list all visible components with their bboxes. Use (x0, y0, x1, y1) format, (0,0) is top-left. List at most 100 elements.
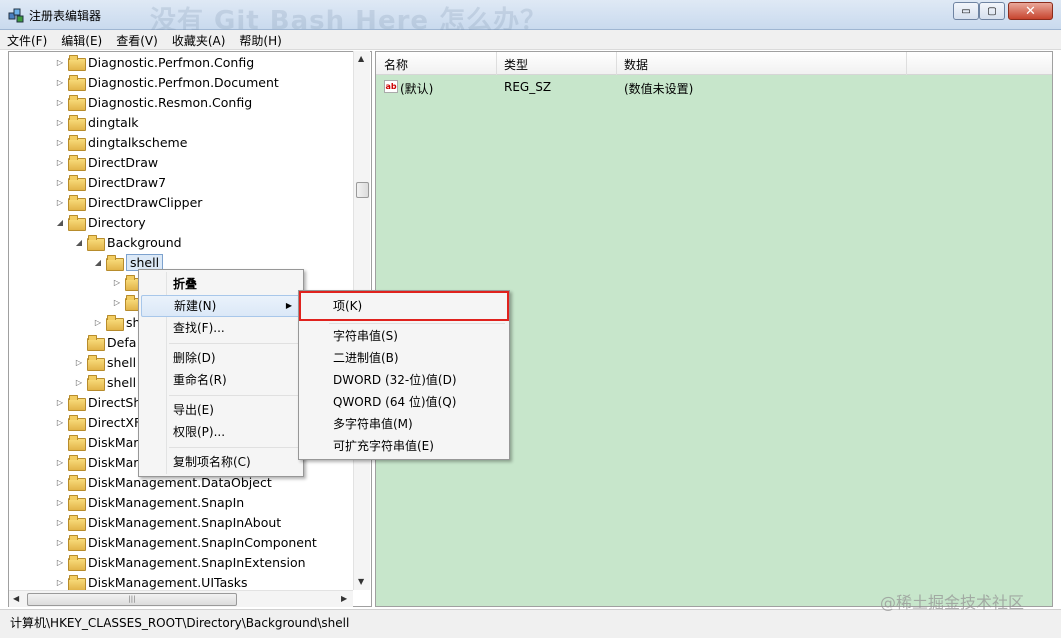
expand-icon[interactable]: ▷ (55, 478, 65, 487)
menu-item-export[interactable]: 导出(E) (141, 399, 301, 421)
menu-edit[interactable]: 编辑(E) (54, 30, 109, 49)
expand-icon[interactable]: ▷ (55, 418, 65, 427)
tree-item[interactable]: ▷ Diagnostic.Perfmon.Config (55, 52, 254, 72)
close-icon: ✕ (1025, 3, 1036, 19)
menu-item-find[interactable]: 查找(F)... (141, 317, 301, 339)
tree-item-label: Diagnostic.Perfmon.Config (88, 54, 255, 70)
tree-item-label: shell (107, 354, 137, 370)
tree-item[interactable]: ▷ DiskManagement.SnapInComponent (55, 532, 317, 552)
tree-item[interactable]: ▷ DiskManagement.SnapInExtension (55, 552, 306, 572)
collapse-icon[interactable]: ◢ (55, 218, 65, 227)
expand-icon[interactable]: ▷ (55, 138, 65, 147)
collapse-icon[interactable]: ◢ (93, 258, 103, 267)
tree-horizontal-scrollbar[interactable]: ◀ ||| ▶ (9, 590, 353, 607)
tree-item[interactable]: ▷ DirectXF (55, 412, 141, 432)
expand-icon[interactable]: ▷ (55, 58, 65, 67)
scroll-thumb[interactable]: ||| (27, 593, 237, 606)
value-row[interactable]: ab (默认) REG_SZ (数值未设置) (376, 78, 1052, 96)
expand-icon[interactable]: ▷ (55, 558, 65, 567)
expand-icon[interactable]: ▷ (55, 98, 65, 107)
tree-item-label: shell (107, 374, 137, 390)
close-button[interactable]: ✕ (1008, 2, 1053, 20)
menu-item-delete[interactable]: 删除(D) (141, 347, 301, 369)
tree-item-label: DiskMar (88, 454, 139, 470)
expand-icon[interactable]: ▷ (93, 318, 103, 327)
status-path: 计算机\HKEY_CLASSES_ROOT\Directory\Backgrou… (10, 616, 350, 630)
tree-item[interactable]: ▷ DiskManagement.UITasks (55, 572, 248, 592)
expand-icon[interactable]: ▷ (55, 578, 65, 587)
tree-item[interactable]: ◢ Directory (55, 212, 146, 232)
scroll-down-icon[interactable]: ▼ (358, 577, 364, 586)
tree-item[interactable]: ▷ DirectDraw (55, 152, 158, 172)
tree-item[interactable]: ▷ sh (93, 312, 140, 332)
tree-item-label: DiskMar (88, 434, 139, 450)
expand-icon[interactable]: ▷ (74, 378, 84, 387)
menu-item-copy-key-name[interactable]: 复制项名称(C) (141, 451, 301, 473)
tree-item[interactable]: ▷ DiskManagement.SnapInAbout (55, 512, 281, 532)
menu-file[interactable]: 文件(F) (0, 30, 54, 49)
menu-item-collapse[interactable]: 折叠 (141, 273, 301, 295)
column-name[interactable]: 名称 (384, 56, 408, 73)
expand-icon[interactable]: ▷ (55, 78, 65, 87)
folder-icon (87, 375, 105, 391)
tree-item[interactable]: ▷ DirectSh (55, 392, 141, 412)
menu-item-rename[interactable]: 重命名(R) (141, 369, 301, 391)
scroll-left-icon[interactable]: ◀ (13, 594, 19, 603)
tree-item[interactable]: ▷ Diagnostic.Perfmon.Document (55, 72, 279, 92)
column-divider[interactable] (906, 52, 907, 75)
column-type[interactable]: 类型 (504, 56, 528, 73)
menu-favorites[interactable]: 收藏夹(A) (165, 30, 233, 49)
tree-item[interactable]: ▷ DiskManagement.SnapIn (55, 492, 244, 512)
expand-icon[interactable]: ▷ (74, 358, 84, 367)
submenu-item-dword-value[interactable]: DWORD (32-位)值(D) (301, 369, 507, 391)
tree-item[interactable]: ▷ DiskMar (55, 452, 138, 472)
column-divider[interactable] (496, 52, 497, 75)
menu-item-permissions[interactable]: 权限(P)... (141, 421, 301, 443)
menu-view[interactable]: 查看(V) (109, 30, 165, 49)
menu-help[interactable]: 帮助(H) (232, 30, 288, 49)
submenu-item-binary-value[interactable]: 二进制值(B) (301, 347, 507, 369)
folder-icon (68, 55, 86, 71)
context-menu: 折叠 新建(N) ▶ 查找(F)... 删除(D) 重命名(R) 导出(E) 权… (138, 269, 304, 477)
menu-item-new[interactable]: 新建(N) ▶ (141, 295, 301, 317)
tree-item[interactable]: ▷ dingtalk (55, 112, 139, 132)
folder-icon (68, 175, 86, 191)
submenu-item-multi-string-value[interactable]: 多字符串值(M) (301, 413, 507, 435)
scroll-thumb[interactable] (356, 182, 369, 198)
submenu-item-string-value[interactable]: 字符串值(S) (301, 325, 507, 347)
tree-item[interactable]: DiskMar (55, 432, 138, 452)
submenu-item-qword-value[interactable]: QWORD (64 位)值(Q) (301, 391, 507, 413)
tree-item[interactable]: ▷ shell (74, 352, 136, 372)
tree-item[interactable]: Defa (74, 332, 136, 352)
expand-icon[interactable]: ▷ (55, 518, 65, 527)
tree-item[interactable]: ▷ DirectDrawClipper (55, 192, 202, 212)
expand-icon[interactable]: ▷ (55, 538, 65, 547)
expand-icon[interactable]: ▷ (55, 118, 65, 127)
collapse-icon[interactable]: ◢ (74, 238, 84, 247)
scroll-up-icon[interactable]: ▲ (358, 54, 364, 63)
tree-item[interactable]: ▷ dingtalkscheme (55, 132, 187, 152)
expand-icon[interactable]: ▷ (112, 278, 122, 287)
expand-icon[interactable]: ▷ (55, 158, 65, 167)
tree-item-label: Defa (107, 334, 137, 350)
highlight-annotation-box (299, 291, 509, 321)
scroll-right-icon[interactable]: ▶ (341, 594, 347, 603)
expand-icon[interactable]: ▷ (55, 498, 65, 507)
tree-item[interactable]: ▷ Diagnostic.Resmon.Config (55, 92, 252, 112)
tree-item[interactable]: ◢ Background (74, 232, 182, 252)
folder-icon (68, 475, 86, 491)
column-data[interactable]: 数据 (624, 56, 648, 73)
expand-icon[interactable]: ▷ (55, 198, 65, 207)
tree-item[interactable]: ▷ shell (74, 372, 136, 392)
tree-item[interactable]: ▷ DirectDraw7 (55, 172, 166, 192)
minimize-button[interactable]: ▭ (953, 2, 979, 20)
expand-icon[interactable]: ▷ (55, 398, 65, 407)
expand-icon[interactable]: ▷ (55, 178, 65, 187)
column-divider[interactable] (616, 52, 617, 75)
submenu-item-expandable-string-value[interactable]: 可扩充字符串值(E) (301, 435, 507, 457)
maximize-button[interactable]: ▢ (979, 2, 1005, 20)
tree-item-label: DirectXF (88, 414, 142, 430)
expand-icon[interactable]: ▷ (55, 458, 65, 467)
menu-bar: 文件(F) 编辑(E) 查看(V) 收藏夹(A) 帮助(H) (0, 30, 1061, 50)
expand-icon[interactable]: ▷ (112, 298, 122, 307)
